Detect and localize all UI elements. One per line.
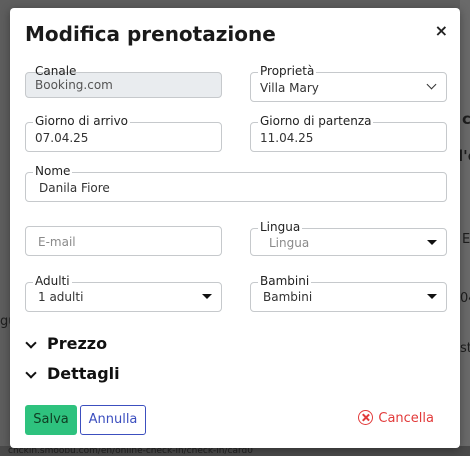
channel-value: Booking.com <box>35 78 113 92</box>
close-circle-icon <box>358 410 374 425</box>
chevron-down-icon <box>25 336 37 349</box>
details-section-label: Dettagli <box>47 364 120 383</box>
details-section-toggle[interactable]: Dettagli <box>25 364 120 383</box>
email-field[interactable]: E-mail <box>25 226 222 256</box>
caret-down-icon <box>427 240 437 245</box>
language-select[interactable]: Lingua Lingua <box>250 220 447 256</box>
channel-label: Canale <box>35 64 77 78</box>
caret-down-icon <box>202 294 212 299</box>
background-fragment: 04 <box>460 291 470 306</box>
departure-date-field[interactable]: Giorno di partenza 11.04.25 <box>250 114 447 152</box>
adults-label: Adulti <box>33 274 72 288</box>
children-label: Bambini <box>258 274 312 288</box>
price-section-label: Prezzo <box>47 334 108 353</box>
language-placeholder: Lingua <box>269 236 310 250</box>
close-icon[interactable]: × <box>435 22 448 40</box>
modal-title: Modifica prenotazione <box>25 22 276 46</box>
delete-button[interactable]: Cancella <box>358 410 434 428</box>
edit-booking-modal: Modifica prenotazione × Canale Booking.c… <box>10 8 460 448</box>
departure-value: 11.04.25 <box>260 131 314 145</box>
price-section-toggle[interactable]: Prezzo <box>25 334 107 353</box>
name-label: Nome <box>33 164 73 178</box>
arrival-value: 07.04.25 <box>35 131 89 145</box>
arrival-date-field[interactable]: Giorno di arrivo 07.04.25 <box>25 114 222 152</box>
delete-label: Cancella <box>378 411 434 426</box>
background-fragment: c <box>462 110 470 128</box>
property-value: Villa Mary <box>260 81 319 95</box>
save-button[interactable]: Salva <box>25 405 77 435</box>
name-value: Danila Fiore <box>39 181 110 195</box>
caret-down-icon <box>427 294 437 299</box>
arrival-label: Giorno di arrivo <box>33 114 131 128</box>
background-fragment: st <box>460 341 470 356</box>
adults-select[interactable]: Adulti 1 adulti <box>25 274 222 312</box>
email-placeholder: E-mail <box>38 235 76 249</box>
language-label: Lingua <box>258 220 303 234</box>
adults-value: 1 adulti <box>38 290 84 304</box>
channel-field: Canale Booking.com <box>25 64 222 98</box>
children-select[interactable]: Bambini Bambini <box>250 274 447 312</box>
cancel-button[interactable]: Annulla <box>80 405 146 435</box>
children-value: Bambini <box>263 290 313 304</box>
chevron-down-icon <box>25 366 37 379</box>
departure-label: Giorno di partenza <box>258 114 374 128</box>
property-label: Proprietà <box>258 64 317 78</box>
background-strip <box>460 0 470 456</box>
property-select[interactable]: Proprietà Villa Mary <box>250 64 447 102</box>
background-fragment: E <box>462 232 470 247</box>
name-field[interactable]: Nome Danila Fiore <box>25 164 447 202</box>
